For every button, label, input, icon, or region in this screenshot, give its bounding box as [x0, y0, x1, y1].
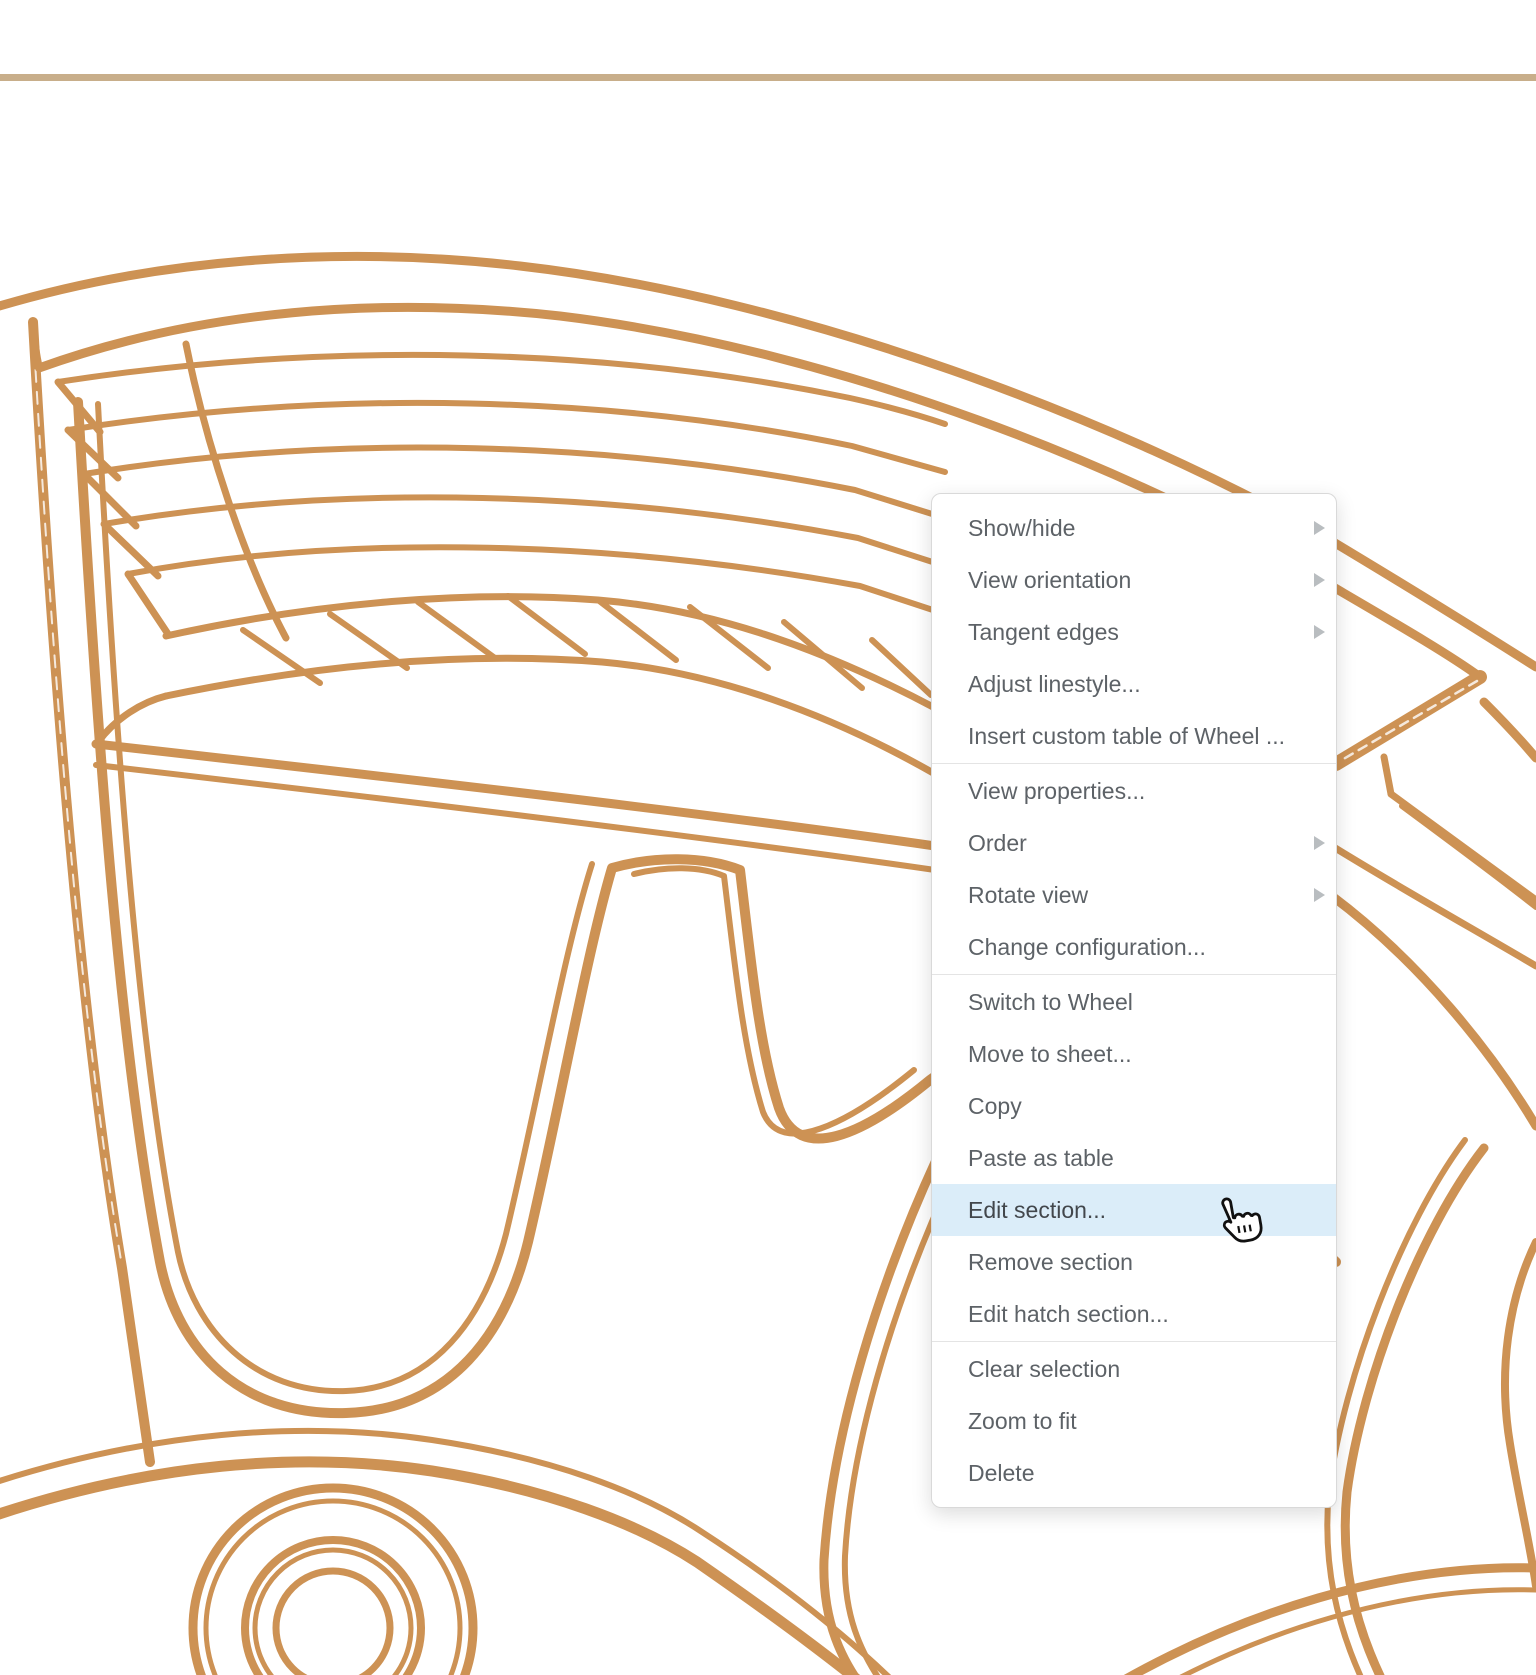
menu-item-switch-to-wheel[interactable]: Switch to Wheel — [932, 976, 1336, 1028]
menu-item-label: Move to sheet... — [968, 1041, 1132, 1067]
hub-circle-mid-a — [245, 1540, 421, 1675]
menu-item-change-configuration[interactable]: Change configuration... — [932, 921, 1336, 973]
right-inner-rim-diag — [1332, 896, 1536, 1126]
slot-diagonal — [784, 622, 862, 688]
menu-item-label: Zoom to fit — [968, 1408, 1077, 1434]
menu-item-label: Clear selection — [968, 1356, 1120, 1382]
panel-diagonal — [104, 524, 158, 576]
menu-divider — [932, 974, 1336, 975]
menu-item-label: Edit section... — [968, 1197, 1106, 1223]
menu-item-rotate-view[interactable]: Rotate view — [932, 869, 1336, 921]
menu-item-zoom-to-fit[interactable]: Zoom to fit — [932, 1395, 1336, 1447]
menu-item-clear-selection[interactable]: Clear selection — [932, 1343, 1336, 1395]
menu-divider — [932, 1341, 1336, 1342]
menu-item-label: Switch to Wheel — [968, 989, 1133, 1015]
chevron-right-icon — [1314, 625, 1325, 639]
slot-diagonal — [690, 607, 768, 668]
menu-item-edit-hatch-section[interactable]: Edit hatch section... — [932, 1288, 1336, 1340]
menu-item-order[interactable]: Order — [932, 817, 1336, 869]
menu-item-move-to-sheet[interactable]: Move to sheet... — [932, 1028, 1336, 1080]
bottom-spoke-edge-a — [824, 1160, 936, 1675]
menu-item-insert-custom-table-of-wheel[interactable]: Insert custom table of Wheel ... — [932, 710, 1336, 762]
menu-item-label: View orientation — [968, 567, 1131, 593]
chevron-right-icon — [1314, 836, 1325, 850]
panel-diagonal — [128, 574, 168, 634]
menu-item-label: Edit hatch section... — [968, 1301, 1169, 1327]
panel-long-diagonal — [186, 344, 286, 638]
menu-item-delete[interactable]: Delete — [932, 1447, 1336, 1499]
panel-diagonal — [84, 474, 136, 526]
menu-divider — [932, 763, 1336, 764]
rim-chevron-seam — [1340, 681, 1477, 761]
menu-item-label: Remove section — [968, 1249, 1133, 1275]
hub-circle-inner — [276, 1571, 390, 1675]
menu-item-label: View properties... — [968, 778, 1145, 804]
bottom-corner-arc-b — [1118, 1590, 1536, 1675]
inner-rim-arc-b — [96, 765, 935, 870]
menu-item-view-orientation[interactable]: View orientation — [932, 554, 1336, 606]
hub-circle-outer-a — [193, 1488, 473, 1675]
menu-item-paste-as-table[interactable]: Paste as table — [932, 1132, 1336, 1184]
menu-item-edit-section[interactable]: Edit section... — [932, 1184, 1336, 1236]
slot-diagonal — [330, 614, 407, 668]
rim-edge-segment — [1484, 702, 1536, 758]
hand-cursor-icon — [1210, 1193, 1266, 1253]
chevron-right-icon — [1314, 521, 1325, 535]
chevron-right-icon — [1314, 573, 1325, 587]
right-band-diag — [1332, 846, 1536, 966]
slot-band-bottom-arc — [166, 658, 935, 774]
slot-diagonal — [418, 602, 495, 658]
menu-item-label: Order — [968, 830, 1027, 856]
menu-item-label: Show/hide — [968, 515, 1075, 541]
context-menu: Show/hide View orientation Tangent edges Ad… — [931, 493, 1337, 1508]
chevron-right-icon — [1314, 888, 1325, 902]
menu-item-label: Rotate view — [968, 882, 1088, 908]
inner-rim-arc-a — [96, 744, 935, 846]
menu-item-remove-section[interactable]: Remove section — [932, 1236, 1336, 1288]
menu-item-show-hide[interactable]: Show/hide — [932, 502, 1336, 554]
menu-item-tangent-edges[interactable]: Tangent edges — [932, 606, 1336, 658]
menu-item-label: Insert custom table of Wheel ... — [968, 723, 1285, 749]
menu-item-copy[interactable]: Copy — [932, 1080, 1336, 1132]
right-slot-diag-b — [1402, 806, 1536, 907]
menu-item-view-properties[interactable]: View properties... — [932, 765, 1336, 817]
menu-item-adjust-linestyle[interactable]: Adjust linestyle... — [932, 658, 1336, 710]
slot-diagonal — [508, 596, 585, 654]
menu-item-label: Adjust linestyle... — [968, 671, 1141, 697]
slot-band-left-connector — [98, 696, 166, 742]
slot-diagonal — [872, 640, 931, 695]
menu-item-label: Delete — [968, 1460, 1034, 1486]
menu-item-label: Tangent edges — [968, 619, 1119, 645]
right-edge-arc — [1505, 1242, 1536, 1586]
menu-item-label: Paste as table — [968, 1145, 1114, 1171]
hub-plate-arc-thick — [0, 1462, 882, 1675]
menu-item-label: Change configuration... — [968, 934, 1206, 960]
right-slot-diag-a — [1391, 794, 1536, 900]
menu-item-label: Copy — [968, 1093, 1022, 1119]
right-slot-vertical — [1384, 757, 1391, 794]
